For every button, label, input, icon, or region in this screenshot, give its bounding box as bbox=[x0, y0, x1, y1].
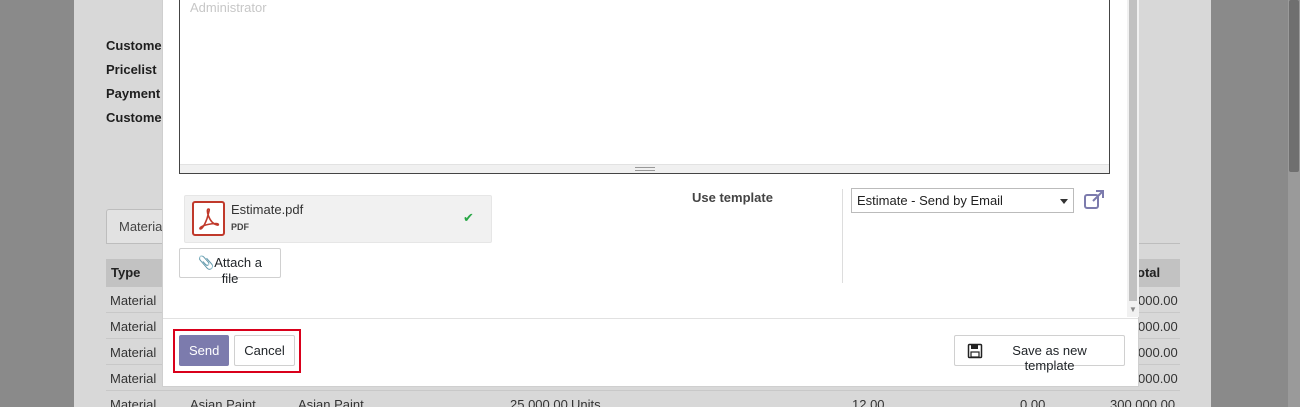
bg-customer-ref-label: Custome bbox=[106, 110, 162, 125]
floppy-disk-icon bbox=[967, 343, 983, 359]
bg-cell-type: Material bbox=[110, 345, 157, 360]
attachment-filename: Estimate.pdf bbox=[231, 202, 304, 217]
bg-material-tab: Materia bbox=[106, 209, 166, 244]
pdf-file-icon bbox=[192, 201, 225, 236]
bg-cell-total: 000.00 bbox=[1138, 319, 1178, 334]
bg-pricelist-label: Pricelist bbox=[106, 62, 157, 77]
editor-resize-handle[interactable] bbox=[180, 164, 1109, 173]
external-link-icon[interactable] bbox=[1083, 190, 1105, 210]
bg-cell-qty: 25,000.00 bbox=[510, 397, 568, 407]
save-as-template-label: Save as new template bbox=[1012, 343, 1087, 373]
bg-cell-type: Material bbox=[110, 397, 157, 407]
bg-cell-total: 000.00 bbox=[1138, 345, 1178, 360]
send-email-dialog: Administrator ▼ Estimate.pdf PDF ✔ 📎Atta… bbox=[162, 0, 1139, 387]
dialog-scrollbar[interactable]: ▼ bbox=[1127, 0, 1139, 317]
bg-cell-description: Asian Paint bbox=[298, 397, 364, 407]
editor-signature-text: Administrator bbox=[190, 0, 267, 15]
bg-cell-total: 000.00 bbox=[1138, 371, 1178, 386]
checkmark-icon: ✔ bbox=[463, 210, 474, 225]
bg-cell-price: 12.00 bbox=[852, 397, 885, 407]
bg-cell-total: 000.00 bbox=[1138, 293, 1178, 308]
bg-cell-type: Material bbox=[110, 319, 157, 334]
bg-cell-type: Material bbox=[110, 293, 157, 308]
bg-cell-unit: Units bbox=[571, 397, 601, 407]
bg-cell-total: 300,000.00 bbox=[1110, 397, 1176, 407]
bg-cell-type: Material bbox=[110, 371, 157, 386]
template-select[interactable]: Estimate - Send by Email bbox=[851, 188, 1074, 213]
dialog-scrollbar-thumb[interactable] bbox=[1129, 0, 1137, 301]
page-scrollbar-thumb[interactable] bbox=[1289, 0, 1299, 172]
bg-customer-label: Custome bbox=[106, 38, 162, 53]
bg-table-row: Material Asian Paint Asian Paint 25,000.… bbox=[106, 391, 1180, 407]
vertical-divider bbox=[842, 189, 843, 283]
paperclip-icon: 📎 bbox=[198, 255, 215, 270]
pdf-acrobat-icon bbox=[199, 208, 220, 230]
bg-total-header: otal bbox=[1137, 265, 1161, 280]
send-button[interactable]: Send bbox=[179, 335, 229, 366]
attach-file-label: Attach a file bbox=[214, 255, 262, 286]
use-template-label: Use template bbox=[692, 190, 773, 205]
attachment-filetype: PDF bbox=[231, 222, 249, 232]
attachment-card[interactable]: Estimate.pdf PDF ✔ bbox=[184, 195, 492, 243]
resize-grip-icon bbox=[635, 167, 655, 171]
email-body-editor[interactable]: Administrator bbox=[179, 0, 1110, 174]
bg-cell-discount: 0.00 bbox=[1020, 397, 1046, 407]
bg-type-header: Type bbox=[111, 265, 141, 280]
page-scrollbar[interactable] bbox=[1288, 0, 1300, 407]
dropdown-caret-icon bbox=[1060, 199, 1068, 204]
cancel-button[interactable]: Cancel bbox=[234, 335, 295, 366]
save-as-template-button[interactable]: Save as new template bbox=[954, 335, 1125, 373]
attach-file-button[interactable]: 📎Attach a file bbox=[179, 248, 281, 286]
template-selected-value: Estimate - Send by Email bbox=[857, 193, 1003, 208]
scroll-down-arrow-icon[interactable]: ▼ bbox=[1129, 305, 1137, 314]
footer-divider bbox=[163, 318, 1138, 319]
bg-cell-product: Asian Paint bbox=[190, 397, 256, 407]
bg-payment-label: Payment bbox=[106, 86, 161, 101]
